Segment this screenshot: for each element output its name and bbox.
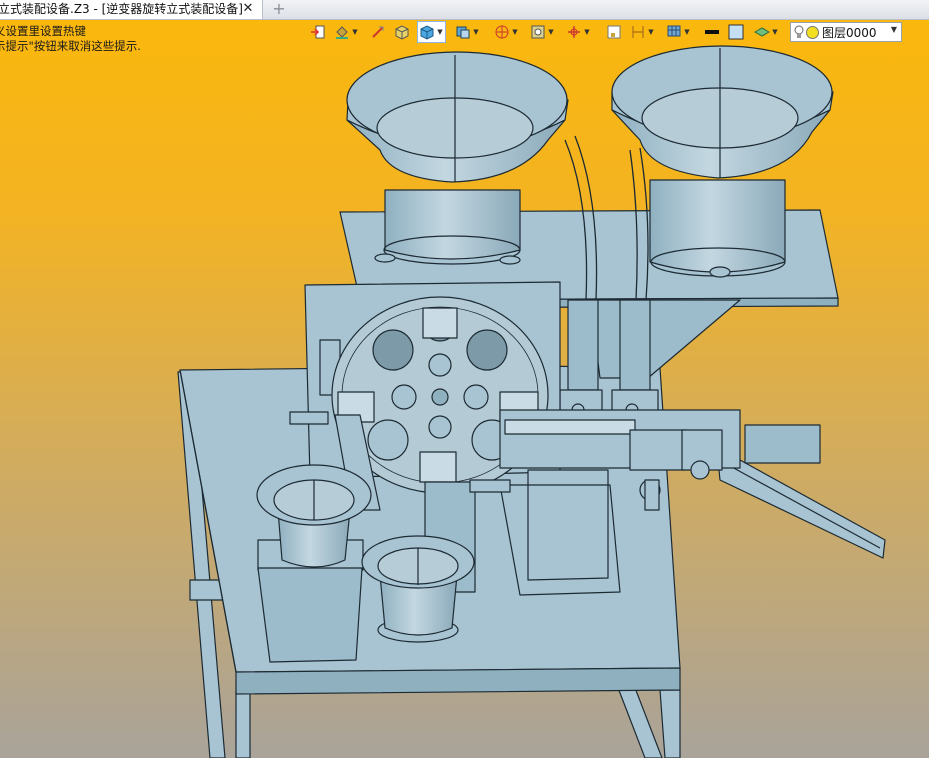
chevron-down-icon: ▼ <box>772 28 778 36</box>
chevron-down-icon: ▼ <box>548 28 554 36</box>
cube-view-button[interactable]: ▼ <box>417 21 446 43</box>
feed-chute <box>717 459 886 559</box>
layer-color-icon <box>806 25 819 39</box>
small-bowl-left <box>256 464 372 663</box>
dimension-button[interactable]: ▼ <box>630 21 655 43</box>
render-mode-icon <box>495 25 509 39</box>
chevron-down-icon: ▼ <box>684 28 690 36</box>
color-box-button[interactable] <box>728 21 744 43</box>
box-shaded-icon <box>395 25 409 40</box>
document-tab-strip: 立式装配设备.Z3 - [逆变器旋转立式装配设备] ✕ + <box>0 0 929 20</box>
add-tab-icon[interactable]: + <box>270 0 288 18</box>
layer-name: 图层0000 <box>822 25 877 40</box>
cad-application: 立式装配设备.Z3 - [逆变器旋转立式装配设备] ✕ + 义设置里设置热键 示… <box>0 0 929 758</box>
clip-plane-button[interactable]: ▼ <box>530 21 555 43</box>
grid-icon <box>667 25 681 37</box>
axis-button[interactable]: ▼ <box>566 21 591 43</box>
tab-document[interactable]: 立式装配设备.Z3 - [逆变器旋转立式装配设备] ✕ <box>0 0 263 19</box>
chevron-down-icon: ▼ <box>584 28 590 36</box>
3d-viewport[interactable] <box>0 0 929 758</box>
layer-select[interactable]: 图层0000 ▼ <box>790 22 902 42</box>
color-box-icon <box>728 24 744 40</box>
chevron-down-icon: ▼ <box>352 28 358 36</box>
view-orientation-button[interactable]: ▼ <box>455 21 480 43</box>
axis-icon <box>568 26 580 38</box>
line-style-icon <box>372 26 384 38</box>
import-button[interactable] <box>310 21 326 43</box>
import-icon <box>311 25 325 39</box>
line-style-button[interactable] <box>370 21 386 43</box>
grid-button[interactable]: ▼ <box>666 21 691 43</box>
layer-manager-icon <box>754 27 770 37</box>
view-orient-icon <box>456 26 470 39</box>
dimension-icon <box>632 26 644 38</box>
shaded-box-button[interactable] <box>394 21 410 43</box>
paint-button[interactable]: ▼ <box>334 21 359 43</box>
hint-line-1: 义设置里设置热键 <box>0 24 86 38</box>
chevron-down-icon: ▼ <box>512 28 518 36</box>
close-icon[interactable]: ✕ <box>241 0 255 18</box>
hint-line-2: 示提示"按钮来取消这些提示. <box>0 39 141 53</box>
frame-button[interactable] <box>606 21 622 43</box>
chevron-down-icon: ▼ <box>648 28 654 36</box>
chevron-down-icon: ▼ <box>473 28 479 36</box>
cube-view-icon <box>420 25 434 40</box>
tab-title: 立式装配设备.Z3 - [逆变器旋转立式装配设备] <box>0 2 243 16</box>
clip-plane-icon <box>531 25 545 39</box>
chevron-down-icon: ▼ <box>437 28 443 36</box>
paint-bucket-icon <box>336 26 348 39</box>
color-black-icon <box>705 30 719 34</box>
lightbulb-icon <box>794 25 804 38</box>
color-black-button[interactable] <box>704 21 720 43</box>
chevron-down-icon: ▼ <box>890 25 897 34</box>
frame-icon <box>607 25 621 39</box>
render-mode-button[interactable]: ▼ <box>494 21 519 43</box>
layer-manager-button[interactable]: ▼ <box>754 21 779 43</box>
